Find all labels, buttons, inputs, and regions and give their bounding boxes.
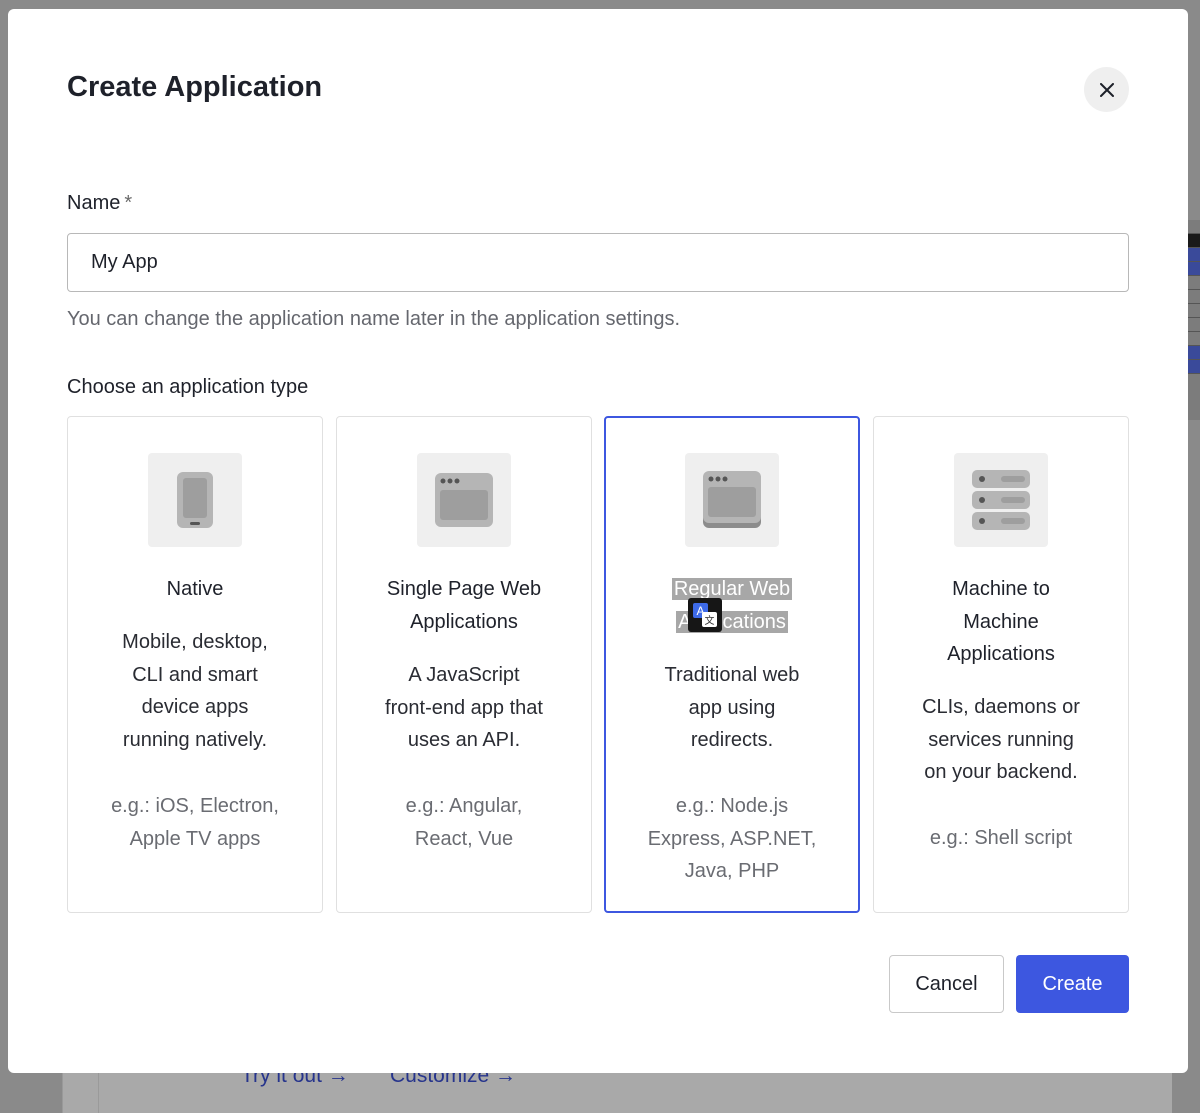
type-card-machine-to-machine-applications[interactable]: Machine to Machine Applications CLIs, da…: [873, 416, 1129, 913]
translate-popup-button[interactable]: A 文: [688, 598, 722, 632]
native-icon-box: [148, 453, 242, 547]
type-description-line: A JavaScript: [408, 664, 520, 686]
type-example-line: Express, ASP.NET,: [647, 827, 817, 850]
type-title: Single Page Web Applications: [347, 573, 581, 638]
type-title-line: Single Page Web: [386, 578, 542, 600]
type-description: CLIs, daemons or services running on you…: [892, 691, 1110, 789]
type-description-line: CLIs, daemons or: [922, 696, 1080, 718]
type-title: Regular Web Applications: [616, 573, 848, 638]
type-title-line: Applications: [410, 610, 518, 633]
application-type-options: Native Mobile, desktop, CLI and smart de…: [67, 416, 1129, 913]
type-card-single-page-web-applications[interactable]: Single Page Web Applications A JavaScrip…: [336, 416, 592, 913]
create-application-dialog: Create Application Name* You can change …: [8, 9, 1188, 1073]
background-table-edge: [1188, 220, 1200, 420]
type-card-native[interactable]: Native Mobile, desktop, CLI and smart de…: [67, 416, 323, 913]
server-rack-icon: [972, 470, 1030, 530]
cancel-button[interactable]: Cancel: [889, 955, 1004, 1013]
type-title-line: Applications: [947, 643, 1055, 665]
name-input[interactable]: [67, 233, 1129, 292]
type-title-line: Machine: [963, 610, 1039, 633]
close-button[interactable]: [1084, 67, 1129, 112]
type-description: A JavaScript front-end app that uses an …: [355, 659, 573, 757]
m2m-icon-box: [954, 453, 1048, 547]
web-server-window-icon: [703, 471, 761, 528]
type-description-line: Traditional web: [664, 664, 800, 686]
type-example-line: e.g.: iOS, Electron,: [111, 795, 279, 817]
translate-icon: A 文: [693, 603, 717, 627]
mobile-device-icon: [177, 472, 213, 528]
type-example-line: Java, PHP: [684, 860, 780, 882]
type-card-regular-web-applications[interactable]: Regular Web Applications A 文 Traditional…: [604, 416, 860, 913]
type-example-line: e.g.: Shell script: [929, 827, 1073, 849]
type-description-line: front-end app that: [385, 696, 543, 719]
type-description-line: services running: [928, 728, 1074, 751]
type-title: Machine to Machine Applications: [884, 573, 1118, 671]
close-icon: [1099, 82, 1114, 97]
browser-window-icon: [435, 473, 493, 527]
type-title-line: Regular Web: [616, 573, 848, 606]
svg-text:文: 文: [705, 614, 715, 627]
create-button[interactable]: Create: [1016, 955, 1129, 1013]
name-label: Name *: [67, 192, 132, 215]
type-examples: e.g.: Node.js Express, ASP.NET, Java, PH…: [620, 790, 844, 888]
type-description-line: Mobile, desktop,: [122, 631, 268, 653]
type-title: Native: [78, 573, 312, 606]
type-examples: e.g.: Shell script: [888, 822, 1114, 855]
type-description: Mobile, desktop, CLI and smart device ap…: [86, 626, 304, 756]
type-example-line: React, Vue: [414, 827, 514, 850]
dialog-title: Create Application: [67, 71, 323, 103]
type-description-line: running natively.: [122, 728, 268, 751]
required-mark: *: [124, 192, 133, 214]
type-example-line: e.g.: Angular,: [405, 795, 523, 817]
type-example-line: e.g.: Node.js: [675, 795, 789, 817]
type-example-line: Apple TV apps: [129, 827, 261, 850]
type-description-line: redirects.: [690, 729, 774, 751]
type-description-line: on your backend.: [924, 761, 1078, 783]
type-description: Traditional web app using redirects.: [624, 659, 840, 757]
type-title-line: Native: [166, 578, 224, 600]
type-description-line: device apps: [141, 696, 249, 718]
name-helper-text: You can change the application name late…: [67, 308, 681, 330]
spa-icon-box: [417, 453, 511, 547]
type-title-line: Applications: [616, 606, 848, 639]
type-examples: e.g.: Angular, React, Vue: [351, 790, 577, 855]
application-type-label: Choose an application type: [67, 376, 309, 398]
selected-text-highlight: Regular Web: [671, 578, 793, 600]
type-examples: e.g.: iOS, Electron, Apple TV apps: [82, 790, 308, 855]
type-description-line: CLI and smart: [132, 663, 258, 686]
type-description-line: uses an API.: [407, 729, 521, 751]
type-description-line: app using: [688, 696, 776, 719]
regular-web-icon-box: [685, 453, 779, 547]
name-label-text: Name: [67, 192, 121, 214]
type-title-line: Machine to: [952, 578, 1050, 600]
